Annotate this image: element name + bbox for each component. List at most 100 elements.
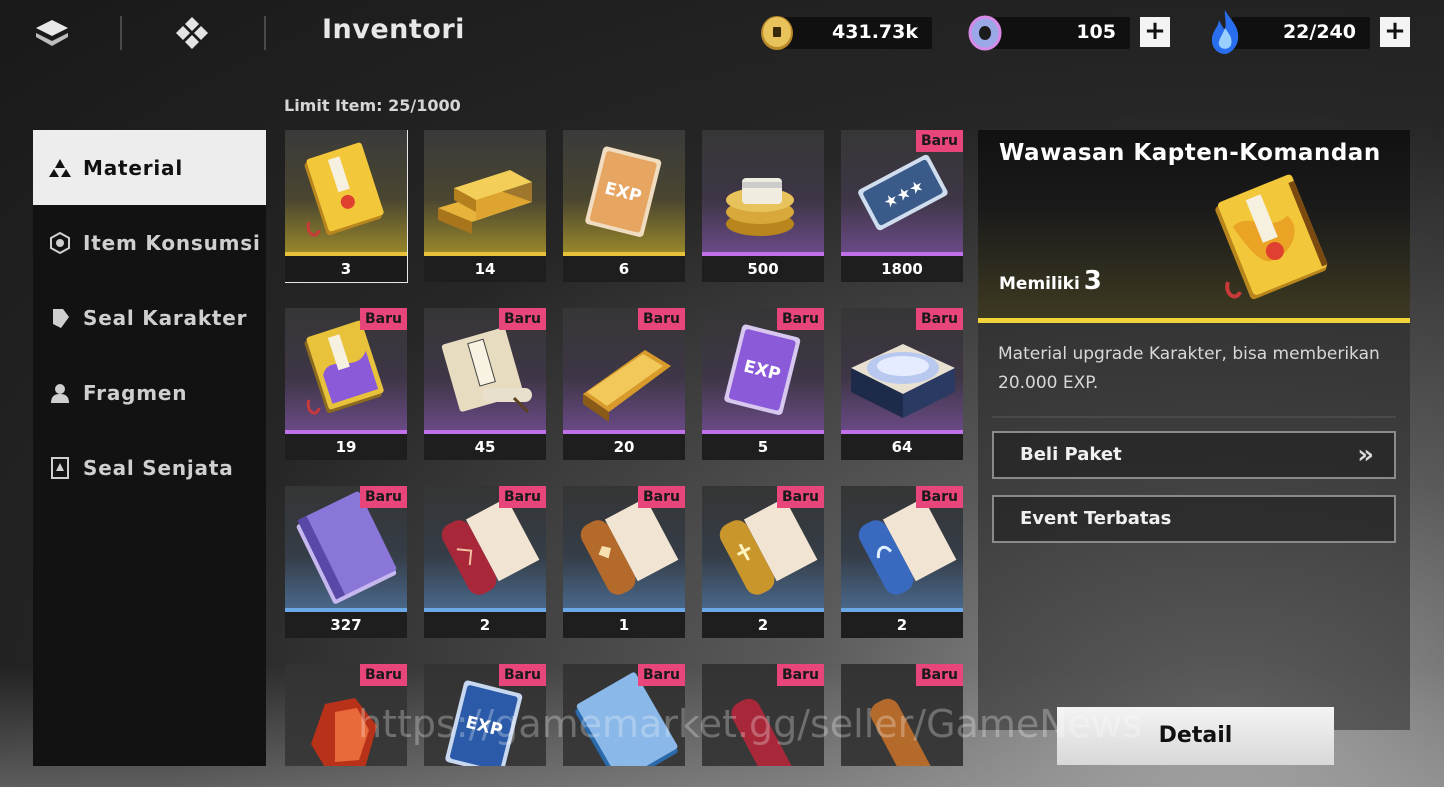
item-card[interactable]: 500 [702,130,824,282]
new-badge: Baru [916,308,963,330]
item-card[interactable]: 1 Baru [563,486,685,638]
item-count: 3 [285,256,407,282]
new-badge: Baru [638,486,685,508]
ring-value: 105 [1076,21,1116,43]
rarity-line [978,318,1410,323]
item-description: Material upgrade Karakter, bisa memberik… [998,344,1380,393]
item-count: 19 [285,434,407,460]
sidebar-item-material[interactable]: Material [33,130,266,205]
new-badge: Baru [499,486,546,508]
seal-character-icon [49,307,71,329]
item-count: 6 [563,256,685,282]
new-badge: Baru [777,486,824,508]
item-card[interactable]: 64 Baru [841,308,963,460]
item-count: 500 [702,256,824,282]
sidebar-item-label: Fragmen [83,380,188,405]
gold-currency-display: 431.73k [778,17,932,49]
sidebar-item-label: Item Konsumsi [83,230,261,255]
new-badge: Baru [638,664,685,686]
top-bar: Inventori 431.73k 105 + 22/240 + [0,0,1444,66]
game-logo-icon[interactable] [34,18,70,48]
item-count: 1800 [841,256,963,282]
new-badge: Baru [777,308,824,330]
sidebar-item-label: Seal Karakter [83,305,248,330]
item-card[interactable]: 20 Baru [563,308,685,460]
item-card[interactable]: 327 Baru [285,486,407,638]
material-icon [49,157,71,179]
category-sidebar: Material Item Konsumsi Seal Karakter Fra… [33,130,266,766]
item-card[interactable]: EXP 6 [563,130,685,282]
add-ring-button[interactable]: + [1140,17,1170,47]
item-card[interactable]: 14 [424,130,546,282]
item-card[interactable]: 2 Baru [841,486,963,638]
item-count: 45 [424,434,546,460]
add-stamina-button[interactable]: + [1380,17,1410,47]
gold-value: 431.73k [832,21,918,43]
owned-count: Memiliki 3 [999,266,1102,296]
item-gold-book-icon [285,130,407,256]
seal-weapon-icon [49,456,71,479]
item-count: 2 [702,612,824,638]
item-card[interactable]: EXP 5 Baru [702,308,824,460]
item-card[interactable]: 2 Baru [424,486,546,638]
sidebar-item-fragmen[interactable]: Fragmen [33,355,266,430]
stamina-value: 22/240 [1282,21,1356,43]
sidebar-item-seal-senjata[interactable]: Seal Senjata [33,430,266,505]
new-badge: Baru [916,130,963,152]
item-detail-title: Wawasan Kapten-Komandan [999,140,1381,166]
menu-diamond-icon[interactable] [174,16,210,50]
item-count: 327 [285,612,407,638]
gold-coin-icon [758,12,796,52]
item-count: 14 [424,256,546,282]
owned-value: 3 [1083,266,1102,296]
new-badge: Baru [360,664,407,686]
item-exp-card-gold-icon: EXP [563,130,685,256]
item-limit-value: 25/1000 [388,96,461,115]
new-badge: Baru [916,486,963,508]
new-badge: Baru [499,308,546,330]
item-card[interactable]: 3 [285,130,408,283]
item-count: 5 [702,434,824,460]
new-badge: Baru [638,308,685,330]
sidebar-item-seal-karakter[interactable]: Seal Karakter [33,280,266,355]
item-limit-label: Limit Item: [284,96,383,115]
stamina-display: 22/240 [1232,17,1370,49]
item-gold-bars-icon [424,130,546,256]
new-badge: Baru [916,664,963,686]
item-card[interactable]: 2 Baru [702,486,824,638]
new-badge: Baru [360,486,407,508]
item-count: 2 [424,612,546,638]
item-count: 20 [563,434,685,460]
item-detail-panel: Wawasan Kapten-Komandan Memiliki 3 Materi… [978,130,1410,730]
divider [264,16,266,50]
ring-currency-display: 105 [992,17,1130,49]
item-detail-artwork [1200,174,1340,304]
inventory-grid: 3 14 EXP 6 500 ★★★ 1800 Baru 19 Baru 45 Baru 20 Baru E… [285,130,965,766]
item-count: 64 [841,434,963,460]
item-card[interactable]: 45 Baru [424,308,546,460]
new-badge: Baru [360,308,407,330]
item-limit: Limit Item: 25/1000 [284,96,461,115]
buy-package-button[interactable]: Beli Paket » [992,431,1396,479]
owned-label: Memiliki [999,274,1080,294]
item-detail-header: Wawasan Kapten-Komandan Memiliki 3 [978,130,1410,323]
item-count: 2 [841,612,963,638]
sidebar-item-label: Material [83,155,183,180]
item-card[interactable]: ★★★ 1800 Baru [841,130,963,282]
consumable-icon [49,231,71,254]
divider [120,16,122,50]
watermark: https://gamemarket.gg/seller/GameNews [358,702,1142,746]
double-chevron-icon: » [1357,440,1374,470]
limited-event-label: Event Terbatas [1020,508,1172,529]
purple-ring-icon [966,12,1004,52]
sidebar-item-item-konsumsi[interactable]: Item Konsumsi [33,205,266,280]
new-badge: Baru [777,664,824,686]
new-badge: Baru [499,664,546,686]
item-card[interactable]: 19 Baru [285,308,407,460]
item-count: 1 [563,612,685,638]
limited-event-button[interactable]: Event Terbatas [992,495,1396,543]
item-coin-stack-icon [702,130,824,256]
fragment-icon [49,382,71,404]
sidebar-item-label: Seal Senjata [83,455,234,480]
page-title: Inventori [322,14,465,45]
